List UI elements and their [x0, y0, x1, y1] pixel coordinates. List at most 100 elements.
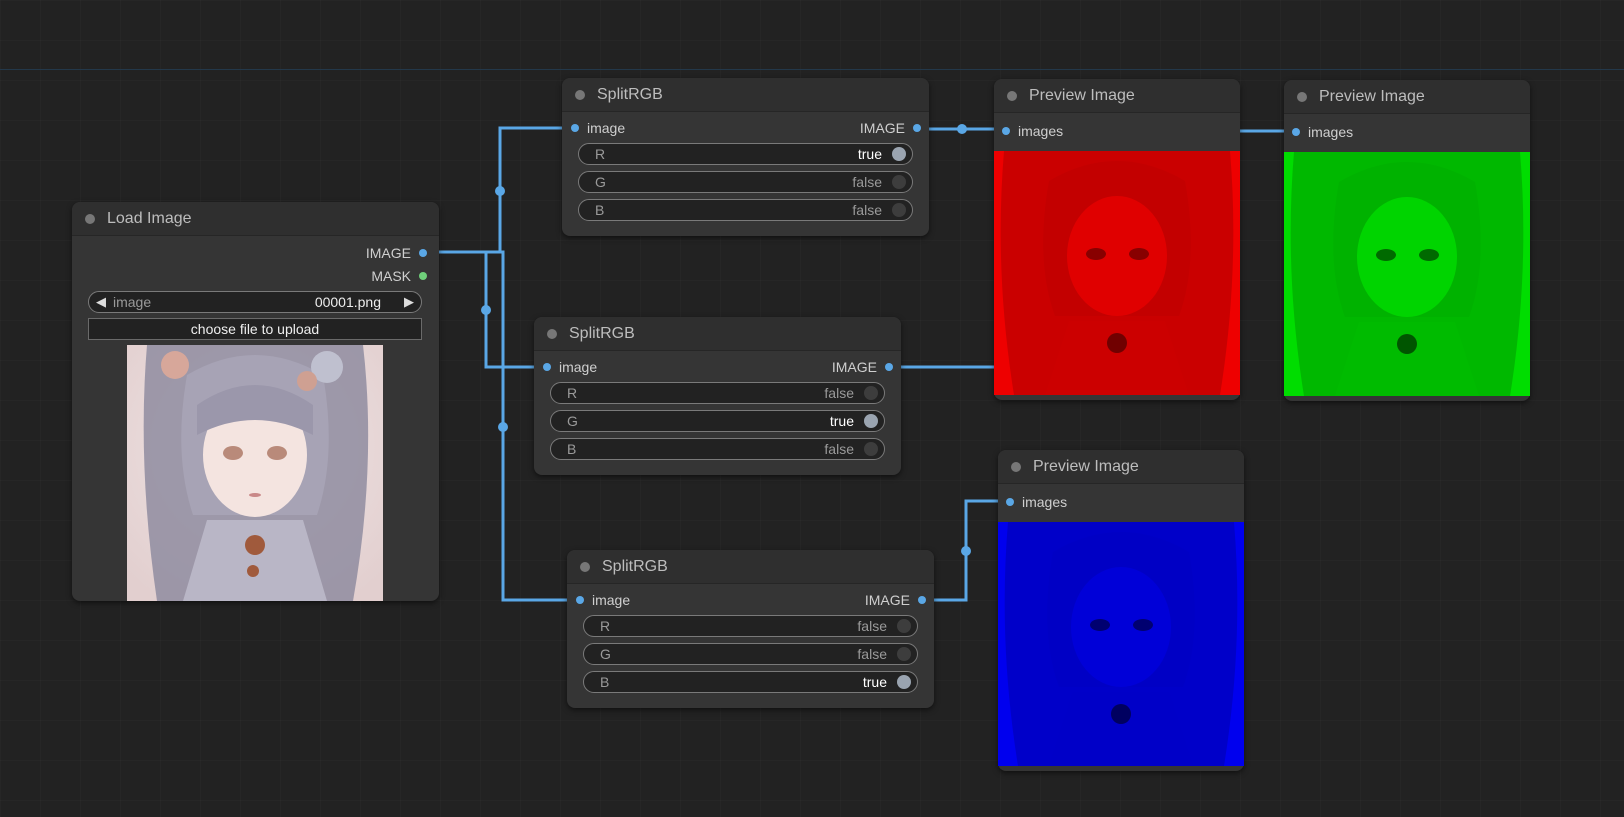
toggle-label: B: [600, 674, 610, 690]
toggle-on-icon[interactable]: [864, 414, 878, 428]
node-title-bar[interactable]: Preview Image: [998, 450, 1244, 484]
toggle-off-icon[interactable]: [892, 203, 906, 217]
slot-label: image: [592, 592, 631, 608]
collapse-dot-icon[interactable]: [547, 329, 557, 339]
toggle-label: G: [600, 646, 611, 662]
node-title: SplitRGB: [602, 558, 668, 575]
toggle-label: G: [595, 174, 606, 190]
node-graph-canvas[interactable]: Load Image IMAGE MASK ◀ image 00001.png …: [0, 0, 1624, 817]
toggle-value: true: [862, 674, 887, 690]
toggle-g[interactable]: G false: [583, 643, 918, 665]
collapse-dot-icon[interactable]: [580, 562, 590, 572]
load-image-node[interactable]: Load Image IMAGE MASK ◀ image 00001.png …: [72, 202, 439, 601]
preview-image-node-red[interactable]: Preview Image images: [994, 79, 1240, 400]
node-title-bar[interactable]: SplitRGB: [567, 550, 934, 584]
toggle-label: B: [595, 202, 605, 218]
input-port-icon[interactable]: [571, 124, 579, 132]
node-title: SplitRGB: [569, 325, 635, 342]
input-slot-image[interactable]: image: [543, 357, 663, 377]
red-channel-image: [994, 151, 1240, 395]
toggle-label: R: [595, 146, 606, 162]
slot-label: images: [1018, 123, 1064, 139]
output-slot-image[interactable]: IMAGE: [773, 357, 893, 377]
combo-right-arrow-icon[interactable]: ▶: [404, 292, 414, 312]
output-port-icon[interactable]: [913, 124, 921, 132]
input-slot-images[interactable]: images: [1292, 122, 1412, 142]
toggle-b[interactable]: B false: [550, 438, 885, 460]
toggle-value: false: [857, 646, 887, 662]
split-rgb-node-1[interactable]: SplitRGB image IMAGE R true G false B fa…: [562, 78, 929, 236]
collapse-dot-icon[interactable]: [1011, 462, 1021, 472]
preview-image-node-blue[interactable]: Preview Image images: [998, 450, 1244, 771]
slot-label: IMAGE: [365, 245, 411, 261]
slot-label: image: [559, 359, 598, 375]
toggle-label: G: [567, 413, 578, 429]
toggle-g[interactable]: G true: [550, 410, 885, 432]
node-title: Preview Image: [1029, 87, 1135, 104]
toggle-off-icon[interactable]: [864, 386, 878, 400]
reroute-dot: [961, 546, 971, 556]
toggle-value: false: [824, 441, 854, 457]
slot-label: IMAGE: [859, 120, 905, 136]
loaded-image-preview: [127, 345, 383, 601]
image-combo-widget[interactable]: ◀ image 00001.png ▶: [88, 291, 422, 313]
preview-image-node-green[interactable]: Preview Image images: [1284, 80, 1530, 401]
input-port-icon[interactable]: [1006, 498, 1014, 506]
choose-file-button[interactable]: choose file to upload: [88, 318, 422, 340]
output-slot-mask[interactable]: MASK: [307, 266, 427, 286]
reroute-dot: [481, 305, 491, 315]
reroute-dot: [498, 422, 508, 432]
input-slot-image[interactable]: image: [571, 118, 691, 138]
toggle-value: false: [852, 174, 882, 190]
collapse-dot-icon[interactable]: [1007, 91, 1017, 101]
output-port-icon[interactable]: [918, 596, 926, 604]
output-port-icon[interactable]: [419, 272, 427, 280]
node-title-bar[interactable]: Preview Image: [1284, 80, 1530, 114]
input-slot-images[interactable]: images: [1006, 492, 1126, 512]
split-rgb-node-2[interactable]: SplitRGB image IMAGE R false G true B fa…: [534, 317, 901, 475]
node-title-bar[interactable]: SplitRGB: [562, 78, 929, 112]
node-title-bar[interactable]: SplitRGB: [534, 317, 901, 351]
node-title-bar[interactable]: Preview Image: [994, 79, 1240, 113]
slot-label: IMAGE: [864, 592, 910, 608]
output-port-icon[interactable]: [419, 249, 427, 257]
combo-left-arrow-icon[interactable]: ◀: [96, 292, 106, 312]
collapse-dot-icon[interactable]: [85, 214, 95, 224]
toggle-b[interactable]: B false: [578, 199, 913, 221]
input-port-icon[interactable]: [543, 363, 551, 371]
toggle-off-icon[interactable]: [892, 175, 906, 189]
output-slot-image[interactable]: IMAGE: [801, 118, 921, 138]
output-slot-image[interactable]: IMAGE: [806, 590, 926, 610]
input-port-icon[interactable]: [1292, 128, 1300, 136]
toggle-r[interactable]: R false: [583, 615, 918, 637]
toggle-on-icon[interactable]: [892, 147, 906, 161]
blue-channel-preview: [998, 522, 1244, 766]
input-port-icon[interactable]: [1002, 127, 1010, 135]
node-title: Preview Image: [1319, 88, 1425, 105]
toggle-off-icon[interactable]: [864, 442, 878, 456]
toggle-value: false: [852, 202, 882, 218]
toggle-b[interactable]: B true: [583, 671, 918, 693]
collapse-dot-icon[interactable]: [1297, 92, 1307, 102]
output-slot-image[interactable]: IMAGE: [307, 243, 427, 263]
input-slot-images[interactable]: images: [1002, 121, 1122, 141]
collapse-dot-icon[interactable]: [575, 90, 585, 100]
toggle-r[interactable]: R true: [578, 143, 913, 165]
split-rgb-node-3[interactable]: SplitRGB image IMAGE R false G false B t…: [567, 550, 934, 708]
toggle-on-icon[interactable]: [897, 675, 911, 689]
slot-label: image: [587, 120, 626, 136]
input-port-icon[interactable]: [576, 596, 584, 604]
toggle-off-icon[interactable]: [897, 647, 911, 661]
slot-label: IMAGE: [831, 359, 877, 375]
output-port-icon[interactable]: [885, 363, 893, 371]
toggle-g[interactable]: G false: [578, 171, 913, 193]
input-slot-image[interactable]: image: [576, 590, 696, 610]
node-title-bar[interactable]: Load Image: [72, 202, 439, 236]
green-channel-preview: [1284, 152, 1530, 396]
slot-label: images: [1022, 494, 1068, 510]
toggle-r[interactable]: R false: [550, 382, 885, 404]
anime-girl-image: [127, 345, 383, 601]
node-title: SplitRGB: [597, 86, 663, 103]
toggle-off-icon[interactable]: [897, 619, 911, 633]
combo-value: 00001.png: [314, 294, 381, 310]
